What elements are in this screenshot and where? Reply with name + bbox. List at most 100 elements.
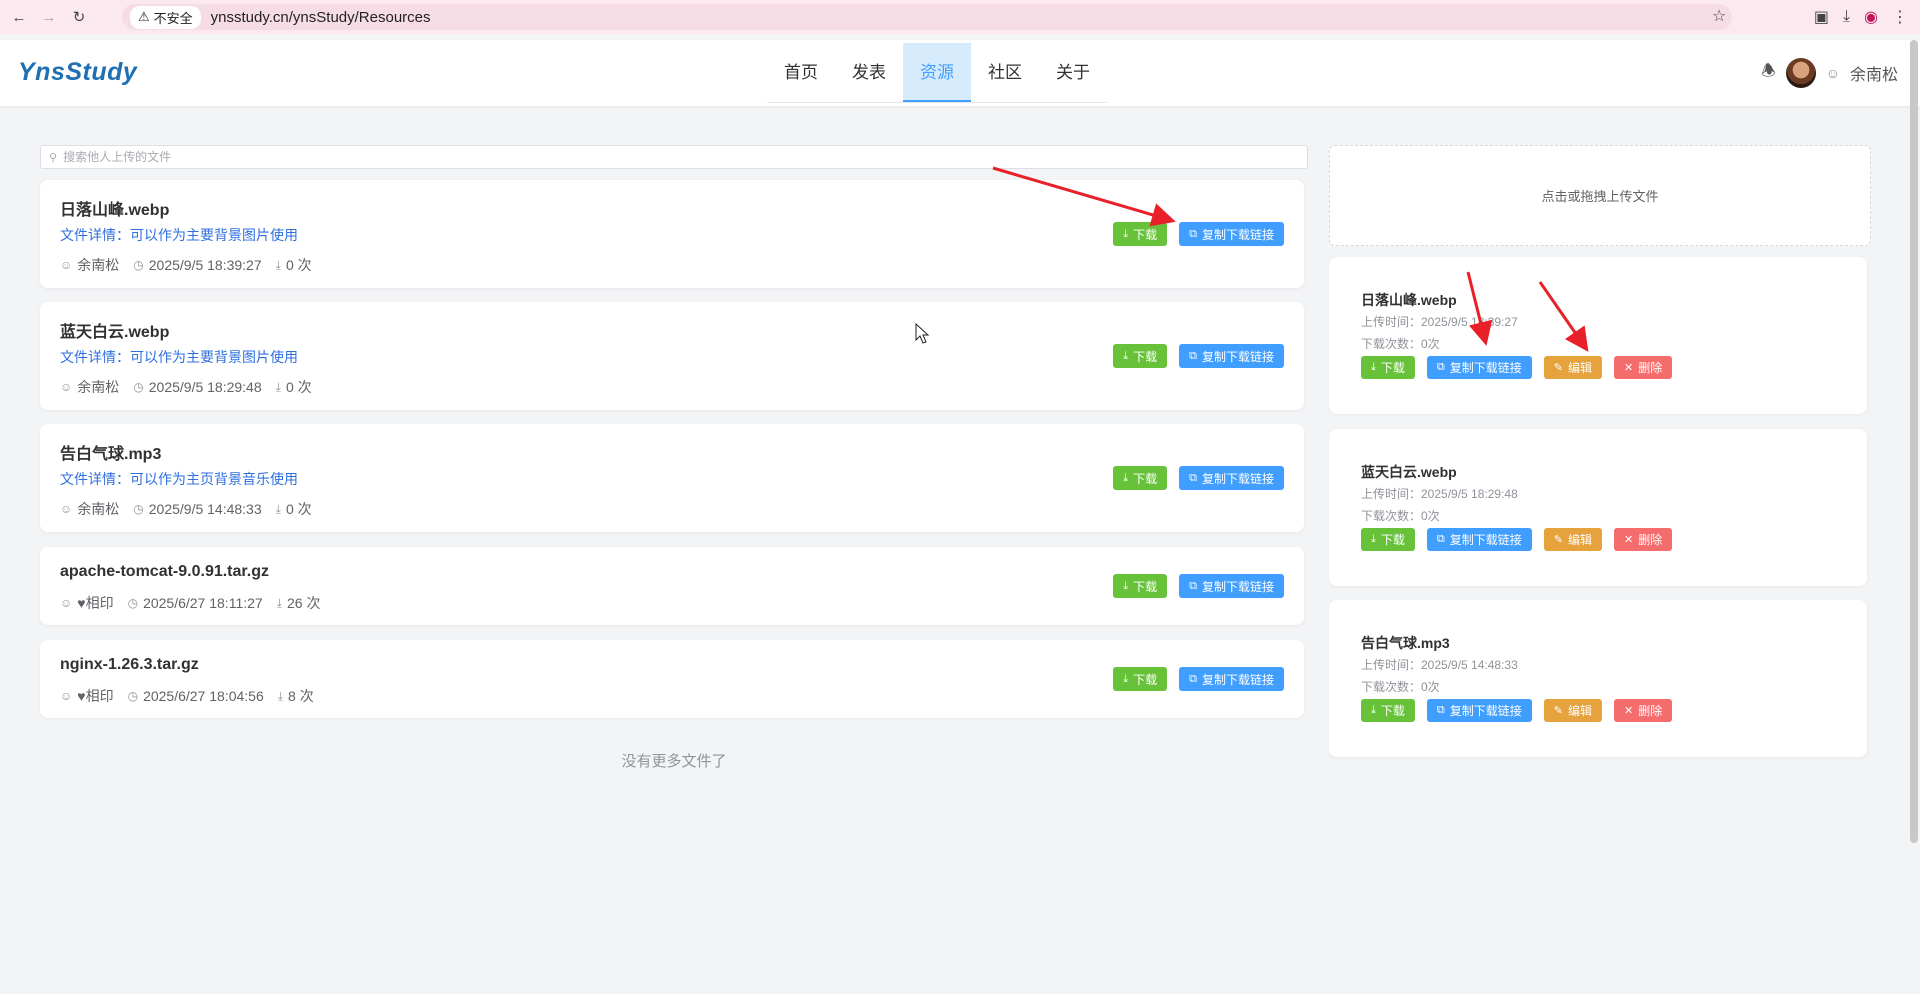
file-time: 2025/6/27 18:04:56 xyxy=(143,688,264,704)
copy-icon: ⧉ xyxy=(1436,704,1445,716)
warning-icon: ⚠ xyxy=(138,9,150,24)
file-meta: ☺ 余南松 ◷ 2025/9/5 18:39:27 ⤓ 0 次 xyxy=(60,255,312,275)
nav-resources[interactable]: 资源 xyxy=(903,43,971,102)
file-uploader: 余南松 xyxy=(77,257,120,273)
nav-about[interactable]: 关于 xyxy=(1039,43,1107,102)
download-count-icon: ⤓ xyxy=(275,501,281,516)
upload-dropzone[interactable]: 点击或拖拽上传文件 xyxy=(1329,145,1871,246)
nav-publish[interactable]: 发表 xyxy=(835,43,903,102)
download-button[interactable]: ⤓ 下载 xyxy=(1113,222,1168,246)
upload-label: 点击或拖拽上传文件 xyxy=(1541,189,1659,204)
file-time: 2025/9/5 18:39:27 xyxy=(148,257,262,273)
insecure-badge[interactable]: ⚠ 不安全 xyxy=(130,5,201,29)
file-meta: ☺ 余南松 ◷ 2025/9/5 18:29:48 ⤓ 0 次 xyxy=(60,377,312,397)
download-count-icon: ⤓ xyxy=(275,379,281,394)
download-button[interactable]: ⤓ 下载 xyxy=(1113,344,1168,368)
copy-icon: ⧉ xyxy=(1436,361,1445,373)
file-card: nginx-1.26.3.tar.gz ☺ ♥相印 ◷ 2025/6/27 18:0… xyxy=(40,640,1304,718)
file-card: apache-tomcat-9.0.91.tar.gz ☺ ♥相印 ◷ 2025/6… xyxy=(40,547,1304,625)
file-meta: ☺ ♥相印 ◷ 2025/6/27 18:04:56 ⤓ 8 次 xyxy=(60,686,314,706)
delete-button[interactable]: ✕ 删除 xyxy=(1614,528,1673,551)
download-icon: ⤓ xyxy=(1123,471,1129,484)
edit-button[interactable]: ✎ 编辑 xyxy=(1543,699,1602,722)
edit-icon: ✎ xyxy=(1553,534,1563,546)
page-scrollbar[interactable] xyxy=(1910,40,1918,843)
delete-button[interactable]: ✕ 删除 xyxy=(1614,699,1673,722)
copy-link-button[interactable]: ⧉ 复制下载链接 xyxy=(1426,699,1532,722)
download-button[interactable]: ⤓ 下载 xyxy=(1113,667,1168,691)
file-name: 日落山峰.webp xyxy=(60,202,170,219)
file-card: 日落山峰.webp 文件详情：可以作为主要背景图片使用 ☺ 余南松 ◷ 2025/9… xyxy=(40,180,1304,288)
profile-icon[interactable]: ◉ xyxy=(1864,7,1878,27)
my-file-count: 下载次数：0次 xyxy=(1361,509,1440,523)
site-header: YnsStudy 首页 发表 资源 社区 关于 🕭 ☺ 余南松 xyxy=(0,40,1920,106)
file-description: 文件详情：可以作为主页背景音乐使用 xyxy=(60,471,298,487)
file-downloads: 0 次 xyxy=(285,257,312,273)
file-card: 告白气球.mp3 文件详情：可以作为主页背景音乐使用 ☺ 余南松 ◷ 2025/9/… xyxy=(40,424,1304,532)
user-icon: ☺ xyxy=(60,596,73,610)
close-icon: ✕ xyxy=(1624,362,1634,374)
file-name: 蓝天白云.webp xyxy=(60,324,170,341)
site-logo[interactable]: YnsStudy xyxy=(18,58,137,87)
no-more-files: 没有更多文件了 xyxy=(621,753,727,770)
my-file-card: 告白气球.mp3 上传时间：2025/9/5 14:48:33 下载次数：0次 … xyxy=(1329,600,1867,757)
download-button[interactable]: ⤓ 下载 xyxy=(1113,574,1168,598)
download-icon: ⤓ xyxy=(1123,227,1129,240)
download-count-icon: ⤓ xyxy=(277,688,284,703)
file-meta: ☺ ♥相印 ◷ 2025/6/27 18:11:27 ⤓ 26 次 xyxy=(60,593,320,613)
username[interactable]: 余南松 xyxy=(1850,61,1898,85)
extensions-icon[interactable]: ▣ xyxy=(1814,7,1829,27)
file-uploader: 余南松 xyxy=(77,379,120,395)
address-bar[interactable]: ⚠ 不安全 ynsstudy.cn/ynsStudy/Resources xyxy=(122,4,1732,30)
download-icon: ⤓ xyxy=(1371,704,1376,716)
copy-link-button[interactable]: ⧉ 复制下载链接 xyxy=(1179,574,1284,598)
copy-icon: ⧉ xyxy=(1189,579,1197,592)
my-file-time: 上传时间：2025/9/5 18:29:48 xyxy=(1361,487,1518,501)
nav-home[interactable]: 首页 xyxy=(767,43,835,102)
bookmark-star-icon[interactable]: ☆ xyxy=(1712,6,1726,26)
copy-link-button[interactable]: ⧉ 复制下载链接 xyxy=(1179,344,1284,368)
bell-icon[interactable]: 🕭 xyxy=(1761,60,1775,87)
file-downloads: 8 次 xyxy=(288,688,314,704)
file-description: 文件详情：可以作为主要背景图片使用 xyxy=(60,349,298,365)
nav-community[interactable]: 社区 xyxy=(971,43,1039,102)
download-button[interactable]: ⤓ 下载 xyxy=(1361,528,1415,551)
url-text[interactable]: ynsstudy.cn/ynsStudy/Resources xyxy=(211,9,431,26)
edit-button[interactable]: ✎ 编辑 xyxy=(1543,528,1602,551)
download-count-icon: ⤓ xyxy=(275,257,281,272)
browser-menu-icon[interactable]: ⋮ xyxy=(1892,7,1908,27)
download-button[interactable]: ⤓ 下载 xyxy=(1113,466,1168,490)
user-icon: ☺ xyxy=(1825,65,1840,81)
file-downloads: 26 次 xyxy=(287,595,321,611)
close-icon: ✕ xyxy=(1624,534,1634,546)
copy-link-button[interactable]: ⧉ 复制下载链接 xyxy=(1426,528,1532,551)
download-button[interactable]: ⤓ 下载 xyxy=(1361,699,1415,722)
avatar[interactable] xyxy=(1785,58,1816,88)
file-name: apache-tomcat-9.0.91.tar.gz xyxy=(60,563,269,580)
clock-icon: ◷ xyxy=(127,596,139,610)
download-button[interactable]: ⤓ 下载 xyxy=(1361,356,1415,379)
edit-button[interactable]: ✎ 编辑 xyxy=(1543,356,1602,379)
forward-icon[interactable]: → xyxy=(38,6,60,28)
copy-link-button[interactable]: ⧉ 复制下载链接 xyxy=(1179,667,1284,691)
copy-icon: ⧉ xyxy=(1189,672,1197,685)
copy-link-button[interactable]: ⧉ 复制下载链接 xyxy=(1179,466,1284,490)
copy-link-button[interactable]: ⧉ 复制下载链接 xyxy=(1426,356,1532,379)
back-icon[interactable]: ← xyxy=(8,6,30,28)
copy-link-button[interactable]: ⧉ 复制下载链接 xyxy=(1179,222,1284,246)
download-icon: ⤓ xyxy=(1123,672,1129,685)
my-file-name: 告白气球.mp3 xyxy=(1361,635,1450,651)
downloads-icon[interactable]: ⤓ xyxy=(1843,8,1850,26)
my-file-card: 日落山峰.webp 上传时间：2025/9/5 18:39:27 下载次数：0次… xyxy=(1329,257,1867,414)
delete-button[interactable]: ✕ 删除 xyxy=(1614,356,1673,379)
my-file-time: 上传时间：2025/9/5 14:48:33 xyxy=(1361,658,1518,672)
reload-icon[interactable]: ↻ xyxy=(68,6,90,28)
file-description: 文件详情：可以作为主要背景图片使用 xyxy=(60,227,298,243)
file-uploader: 余南松 xyxy=(77,501,120,517)
my-file-time: 上传时间：2025/9/5 18:39:27 xyxy=(1361,315,1518,329)
clock-icon: ◷ xyxy=(127,689,139,703)
my-file-name: 日落山峰.webp xyxy=(1361,292,1457,308)
my-file-count: 下载次数：0次 xyxy=(1361,680,1440,694)
file-uploader: ♥相印 xyxy=(77,595,114,611)
search-input[interactable] xyxy=(63,150,1307,164)
